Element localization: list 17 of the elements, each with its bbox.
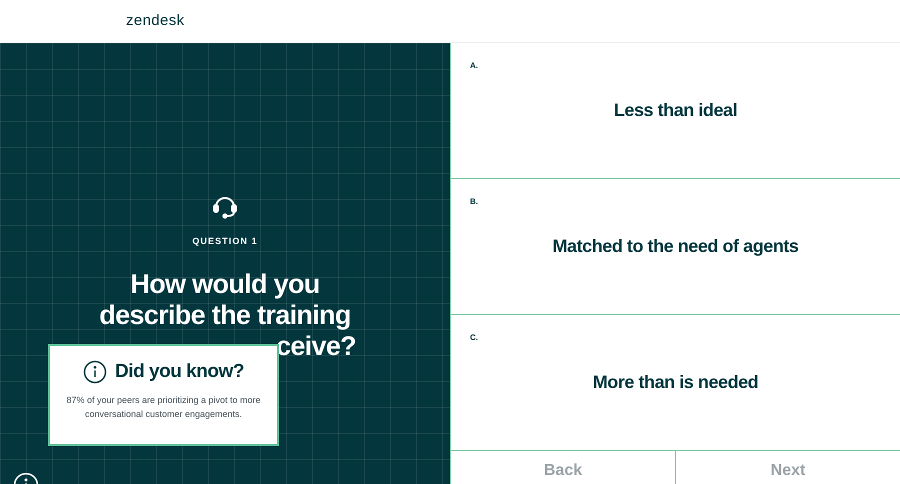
answer-option[interactable]: A. Less than ideal [450, 43, 900, 179]
option-text: More than is needed [592, 371, 758, 394]
answer-option[interactable]: B. Matched to the need of agents [450, 179, 900, 315]
option-letter: C. [470, 332, 478, 344]
brand-logo[interactable]: zendesk [126, 10, 184, 32]
option-letter: B. [470, 196, 478, 208]
option-text: Matched to the need of agents [552, 235, 798, 258]
info-icon [83, 360, 108, 384]
question-text: ceive? [276, 330, 356, 362]
option-text: Less than ideal [614, 99, 738, 122]
info-card-body: 87% of your peers are prioritizing a pivot to more conversational customer engagements. [65, 394, 262, 420]
info-card-title: Did you know? [115, 360, 244, 384]
answer-option[interactable]: C. More than is needed [450, 315, 900, 451]
option-letter: A. [470, 60, 478, 72]
question-label: QUESTION 1 [192, 235, 258, 248]
question-text: How would you [130, 268, 320, 300]
question-text: describe the training [99, 300, 351, 330]
